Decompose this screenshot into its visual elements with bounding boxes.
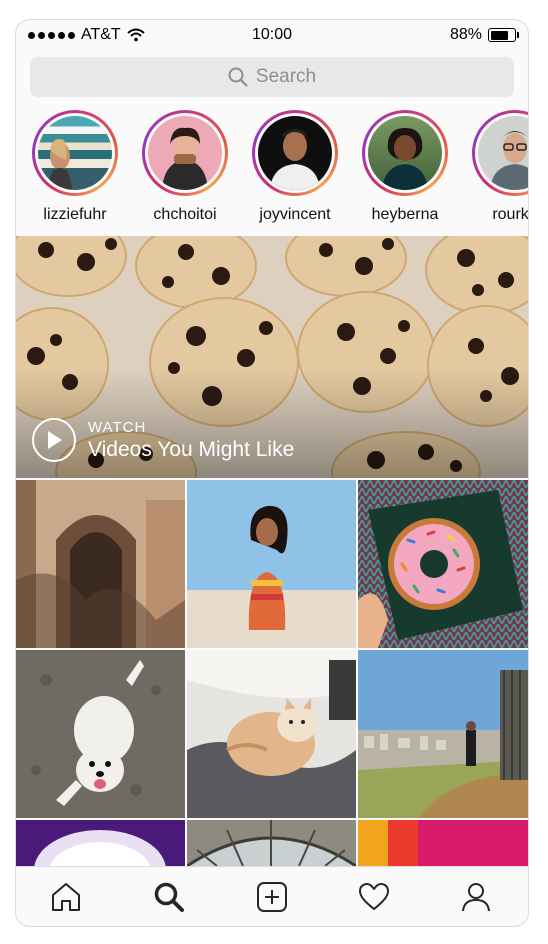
story-item[interactable]: joyvincent: [245, 110, 345, 224]
heart-icon: [359, 883, 389, 910]
watch-title: Videos You Might Like: [88, 437, 295, 461]
story-username: rourke: [492, 206, 528, 223]
avatar: [148, 116, 222, 190]
search-icon: [228, 67, 248, 87]
story-ring: [252, 110, 338, 196]
avatar: [258, 116, 332, 190]
battery-percent: 88%: [449, 26, 482, 43]
story-username: lizziefuhr: [43, 206, 107, 223]
grid-photo-cat[interactable]: [187, 650, 356, 818]
story-item[interactable]: lizziefuhr: [25, 110, 125, 224]
phone-screen: AT&T 10:00 88% Search lizziefuhr chchoit…: [16, 20, 528, 926]
watch-kicker: WATCH: [88, 418, 147, 436]
avatar: [478, 116, 528, 190]
tab-new-post[interactable]: [252, 879, 292, 915]
grid-photo-color-blocks[interactable]: [358, 820, 528, 866]
grid-photo-city-view[interactable]: [358, 650, 528, 818]
tab-bar: [16, 866, 528, 926]
story-ring: [32, 110, 118, 196]
story-ring: [472, 110, 528, 196]
grid-photo-beach[interactable]: [187, 480, 356, 648]
stories-tray: lizziefuhr chchoitoi joyvincent heyberna…: [16, 110, 528, 235]
tab-search[interactable]: [149, 879, 189, 915]
grid-photo-glass-roof[interactable]: [187, 820, 356, 866]
profile-icon: [462, 883, 490, 912]
story-item[interactable]: rourke: [465, 110, 528, 224]
search-placeholder: Search: [255, 66, 317, 87]
featured-video-tile[interactable]: WATCH Videos You Might Like: [16, 236, 528, 478]
tab-activity[interactable]: [354, 879, 394, 915]
tab-home[interactable]: [46, 879, 86, 915]
avatar: [368, 116, 442, 190]
grid-photo-donut[interactable]: [358, 480, 528, 648]
story-username: joyvincent: [259, 206, 331, 223]
grid-photo-dog[interactable]: [16, 650, 185, 818]
avatar: [38, 116, 112, 190]
grid-photo-archway[interactable]: [16, 480, 185, 648]
search-icon: [154, 882, 184, 912]
story-item[interactable]: heyberna: [355, 110, 455, 224]
battery-icon: [488, 28, 519, 42]
watch-overlay: WATCH Videos You Might Like: [32, 418, 294, 462]
story-username: heyberna: [371, 206, 439, 223]
tab-profile[interactable]: [456, 879, 496, 915]
story-username: chchoitoi: [153, 206, 217, 223]
story-ring: [142, 110, 228, 196]
story-item[interactable]: chchoitoi: [135, 110, 235, 224]
battery-group: 88%: [449, 26, 519, 44]
search-bar[interactable]: Search: [30, 57, 514, 97]
play-icon: [32, 418, 76, 462]
battery-fill: [490, 30, 509, 40]
add-post-icon: [257, 882, 287, 912]
home-icon: [52, 883, 80, 911]
status-bar: AT&T 10:00 88%: [16, 20, 528, 50]
story-ring: [362, 110, 448, 196]
grid-photo-purple-light[interactable]: [16, 820, 185, 866]
